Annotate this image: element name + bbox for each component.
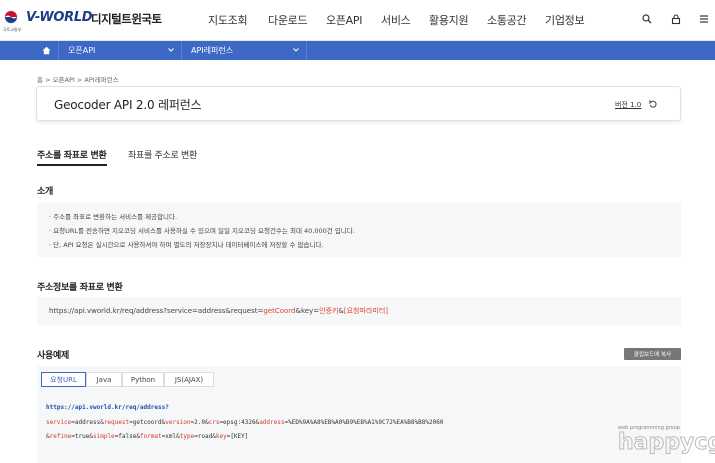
chevron-down-icon <box>168 48 174 52</box>
watermark-brand: happycgi <box>618 430 715 456</box>
code-param-value: =address& <box>71 419 104 426</box>
government-emblem-icon[interactable] <box>4 10 18 24</box>
watermark-logo: web programming group happycgi <box>618 425 715 463</box>
tab-java[interactable]: Java <box>86 372 122 387</box>
ministry-label: 국토교통부 <box>3 27 22 32</box>
gnb-map-view[interactable]: 지도조회 <box>208 12 248 28</box>
gnb-support[interactable]: 활용지원 <box>429 12 469 28</box>
home-button[interactable] <box>35 41 59 60</box>
page-title-card: Geocoder API 2.0 레퍼런스 버전 1.0 <box>36 86 681 121</box>
intro-line: · 주소를 좌표로 변환하는 서비스를 제공합니다. <box>49 213 178 221</box>
menu-select-depth1-label: 오픈API <box>68 46 96 55</box>
tab-address-to-coord[interactable]: 주소를 좌표로 변환 <box>37 148 107 166</box>
menu-select-depth1[interactable]: 오픈API <box>60 41 182 60</box>
menu-select-depth2-label: API레퍼런스 <box>191 46 234 55</box>
search-icon[interactable] <box>641 13 653 25</box>
code-param-name: refine <box>49 433 72 440</box>
code-params-line-1: service=address&request=getcoord&version… <box>46 419 443 426</box>
code-param-value: =false& <box>114 433 140 440</box>
breadcrumb-separator: > <box>45 76 53 84</box>
menu-select-depth2[interactable]: API레퍼런스 <box>183 41 307 60</box>
refresh-icon[interactable] <box>648 99 658 109</box>
version-select[interactable]: 버전 1.0 <box>615 100 641 110</box>
code-param-name: type <box>179 433 195 440</box>
lock-icon[interactable] <box>670 13 682 25</box>
code-param-name: request <box>103 419 130 426</box>
gnb-company[interactable]: 기업정보 <box>545 12 585 28</box>
home-icon <box>42 46 51 55</box>
intro-title: 소개 <box>37 187 53 197</box>
menu-icon[interactable] <box>698 13 710 25</box>
code-params-line-2: &refine=true&simple=false&format=xml&typ… <box>46 433 248 440</box>
code-url-line: https://api.vworld.kr/req/address? <box>46 404 169 411</box>
gnb-download[interactable]: 다운로드 <box>268 12 308 28</box>
copy-to-clipboard-button[interactable]: 클립보드에 복사 <box>624 348 681 360</box>
tab-python[interactable]: Python <box>122 372 164 387</box>
code-param-name: format <box>139 433 162 440</box>
gnb-community[interactable]: 소통공간 <box>487 12 527 28</box>
gnb-service[interactable]: 서비스 <box>381 12 411 28</box>
site-header: 국토교통부 V-WORLD 디지털트윈국토 지도조회 다운로드 오픈API 서비… <box>0 0 715 41</box>
brand-logo[interactable]: V-WORLD <box>26 10 93 25</box>
breadcrumb-api-reference[interactable]: API레퍼런스 <box>84 76 118 84</box>
breadcrumb: 홈 > 오픈API > API레퍼런스 <box>37 74 119 84</box>
code-param-value: =2.0& <box>190 419 209 426</box>
code-param-value: =getcoord& <box>129 419 166 426</box>
code-param-value: =[KEY] <box>226 433 249 440</box>
code-param-name: service <box>46 419 72 426</box>
code-param-name: address <box>259 419 285 426</box>
tab-js-ajax[interactable]: JS(AJAX) <box>164 372 214 387</box>
breadcrumb-open-api[interactable]: 오픈API <box>53 76 75 84</box>
code-param-value: =xml& <box>161 433 180 440</box>
chevron-down-icon <box>293 48 299 52</box>
example-box: 요청URL Java Python JS(AJAX) https://api.v… <box>37 366 681 463</box>
brand-subtitle[interactable]: 디지털트윈국토 <box>91 11 162 27</box>
code-param-name: simple <box>93 433 115 440</box>
page-title: Geocoder API 2.0 레퍼런스 <box>54 98 202 112</box>
intro-box: · 주소를 좌표로 변환하는 서비스를 제공합니다. · 요청URL를 전송하면… <box>37 203 681 257</box>
code-param-name: key <box>215 433 227 440</box>
intro-line: · 단, API 요청은 실시간으로 사용하셔야 하며 별도의 저장장치나 데이… <box>49 241 324 249</box>
example-title: 사용예제 <box>37 351 69 361</box>
location-bar: 오픈API API레퍼런스 <box>0 41 715 60</box>
code-param-name: crs <box>208 419 220 426</box>
tab-request-url[interactable]: 요청URL <box>41 372 86 387</box>
gnb-open-api[interactable]: 오픈API <box>326 12 362 28</box>
code-param-value: =%ED%9A%A8%EB%A0%B9%EB%A1%9C72%EA%B8%B8%… <box>284 419 444 426</box>
endpoint-title: 주소정보를 좌표로 변환 <box>37 283 123 293</box>
breadcrumb-home[interactable]: 홈 <box>37 76 43 84</box>
tab-coord-to-address[interactable]: 좌표를 주소로 변환 <box>128 148 197 161</box>
endpoint-url: https://api.vworld.kr/req/address?servic… <box>49 307 388 315</box>
intro-line: · 요청URL를 전송하면 지오코딩 서비스를 사용하실 수 있으며 일일 지오… <box>49 227 355 235</box>
endpoint-box: https://api.vworld.kr/req/address?servic… <box>37 297 681 325</box>
code-param-name: version <box>165 419 191 426</box>
code-param-value: =road& <box>194 433 216 440</box>
code-param-value: =true& <box>71 433 93 440</box>
code-param-value: =epsg:4326& <box>219 419 260 426</box>
